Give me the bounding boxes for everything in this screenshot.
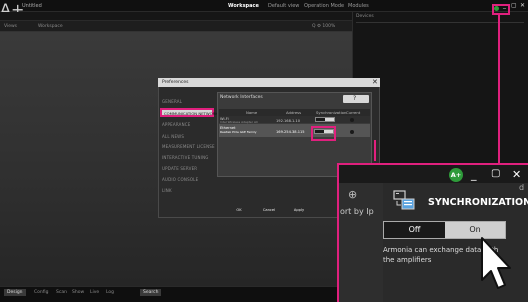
zoom-controls[interactable]: Q ⚙ 100% <box>312 24 335 29</box>
pref-item-update-server[interactable]: UPDATE SERVER <box>162 166 197 171</box>
nav-workspace[interactable]: Workspace <box>228 3 259 9</box>
pref-item-audio-console[interactable]: AUDIO CONSOLE <box>162 177 198 182</box>
toolbar <box>0 12 352 21</box>
help-button[interactable]: ? <box>343 95 369 103</box>
column-current[interactable]: Current <box>346 110 360 115</box>
nav-default-view[interactable]: Default view <box>268 3 299 9</box>
dialog-title-bar: Preferences <box>158 78 380 87</box>
pref-item-communication-network[interactable]: COMMUNICATION NETWORK <box>160 108 218 117</box>
pref-item-all-news[interactable]: ALL NEWS <box>162 134 184 139</box>
close-icon[interactable]: ✕ <box>520 2 525 9</box>
column-synchronization[interactable]: Synchronization <box>316 110 346 115</box>
pref-item-general[interactable]: GENERAL <box>162 99 182 104</box>
column-name[interactable]: Name <box>246 110 257 115</box>
dialog-title: Preferences <box>162 80 189 85</box>
row-address: 192.168.1.10 <box>276 119 301 123</box>
panel-fragment: d <box>519 183 525 192</box>
workspace-label: Workspace <box>38 24 63 29</box>
pref-item-measurement-license[interactable]: MEASUREMENT LICENSE <box>162 144 215 149</box>
views-label[interactable]: Views <box>4 24 17 29</box>
right-panel-header: Devices <box>356 14 374 19</box>
help-icon: ? <box>353 95 357 102</box>
sync-icon <box>393 190 415 210</box>
maximize-icon[interactable]: ▢ <box>491 168 500 179</box>
row-address: 169.254.38.115 <box>276 130 305 134</box>
globe-icon[interactable]: ⊕ <box>348 188 357 201</box>
minimize-icon[interactable]: _ <box>471 168 477 181</box>
window-title: Untitled <box>22 3 42 9</box>
apply-button[interactable]: Apply <box>288 208 310 213</box>
mouse-cursor-icon <box>481 237 511 289</box>
user-avatar[interactable]: A+ <box>449 168 463 182</box>
sync-title: SYNCHRONIZATION <box>428 197 528 208</box>
tab-search[interactable]: Search <box>140 289 162 296</box>
tab-config[interactable]: Config <box>34 290 48 295</box>
column-address[interactable]: Address <box>286 110 301 115</box>
tab-scan[interactable]: Scan <box>56 290 67 295</box>
tab-show[interactable]: Show <box>72 290 84 295</box>
pref-item-interactive-tuning[interactable]: INTERACTIVE TUNING <box>162 155 209 160</box>
pref-item-link[interactable]: LINK <box>162 188 172 193</box>
tab-live[interactable]: Live <box>90 290 99 295</box>
sync-off-option[interactable]: Off <box>384 222 445 238</box>
sort-by-label[interactable]: ort by Ip <box>340 207 374 216</box>
close-icon[interactable]: ✕ <box>512 168 521 181</box>
panel-title: Network Interfaces <box>220 95 263 100</box>
view-bar: Views Workspace Q ⚙ 100% <box>0 21 352 32</box>
nav-operation-mode[interactable]: Operation Mode <box>304 3 344 9</box>
cancel-button[interactable]: Cancel <box>258 208 280 213</box>
ok-button[interactable]: OK <box>228 208 250 213</box>
current-indicator <box>350 130 354 134</box>
tab-design[interactable]: Design <box>4 289 26 296</box>
callout-line <box>498 15 500 165</box>
pref-item-appearance[interactable]: APPEARANCE <box>162 122 191 127</box>
title-bar <box>0 0 528 12</box>
current-indicator <box>350 118 354 122</box>
dialog-close-icon[interactable]: ✕ <box>372 78 378 86</box>
tab-log[interactable]: Log <box>106 290 114 295</box>
row-sub: Realtek PCIe GbE Family <box>220 130 257 134</box>
maximize-icon[interactable]: ▢ <box>511 2 517 9</box>
callout-line <box>374 140 376 161</box>
zoom-left-panel <box>339 183 383 302</box>
highlight-box <box>311 126 336 141</box>
nav-modules[interactable]: Modules <box>348 3 369 9</box>
highlight-box <box>492 4 510 15</box>
sync-toggle[interactable] <box>315 117 335 122</box>
